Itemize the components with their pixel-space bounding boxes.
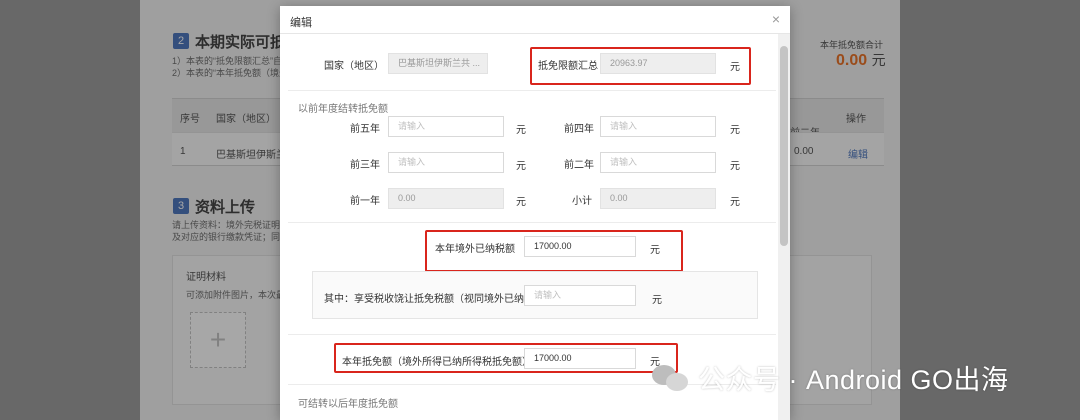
treaty-unit: 元 [652,295,662,306]
treaty-label: 其中：享受税收饶让抵免税额（视同境外已纳） [324,294,534,305]
watermark-text: 公众号 · Android GO出海 [698,364,1009,395]
prior-y5-input[interactable]: 请输入 [388,116,504,137]
prior-y5-unit: 元 [516,125,526,136]
prior-y4-label: 前四年 [564,124,594,135]
prior-y2-input[interactable]: 请输入 [600,152,716,173]
country-label: 国家（地区） [324,61,384,72]
prior-y3-input[interactable]: 请输入 [388,152,504,173]
prior-y1-field: 0.00 [388,188,504,209]
subtotal-unit: 元 [730,197,740,208]
wechat-icon [652,361,692,393]
country-field: 巴基斯坦伊斯兰共 ... [388,53,488,74]
modal-title: 编辑 [290,17,312,29]
prior-y3-label: 前三年 [350,160,380,171]
scrollbar-thumb[interactable] [780,46,788,246]
treaty-input[interactable]: 请输入 [524,285,636,306]
divider-3 [288,334,776,335]
prior-y2-label: 前二年 [564,160,594,171]
highlight-credit [334,343,678,373]
close-icon[interactable]: × [772,11,780,27]
prior-y4-input[interactable]: 请输入 [600,116,716,137]
modal-header: 编辑 × [280,6,790,34]
divider-1 [288,90,776,91]
prior-y5-label: 前五年 [350,124,380,135]
highlight-paid [425,230,683,272]
watermark: 公众号 · Android GO出海 [652,360,1009,395]
subtotal-label: 小计 [572,196,592,207]
prior-years-section-label: 以前年度结转抵免额 [298,104,388,115]
prior-y1-label: 前一年 [350,196,380,207]
prior-y4-unit: 元 [730,125,740,136]
divider-2 [288,222,776,223]
subtotal-field: 0.00 [600,188,716,209]
prior-y2-unit: 元 [730,161,740,172]
prior-y3-unit: 元 [516,161,526,172]
prior-y1-unit: 元 [516,197,526,208]
highlight-limit [530,47,751,85]
carry-forward-section-label: 可结转以后年度抵免额 [298,399,398,410]
